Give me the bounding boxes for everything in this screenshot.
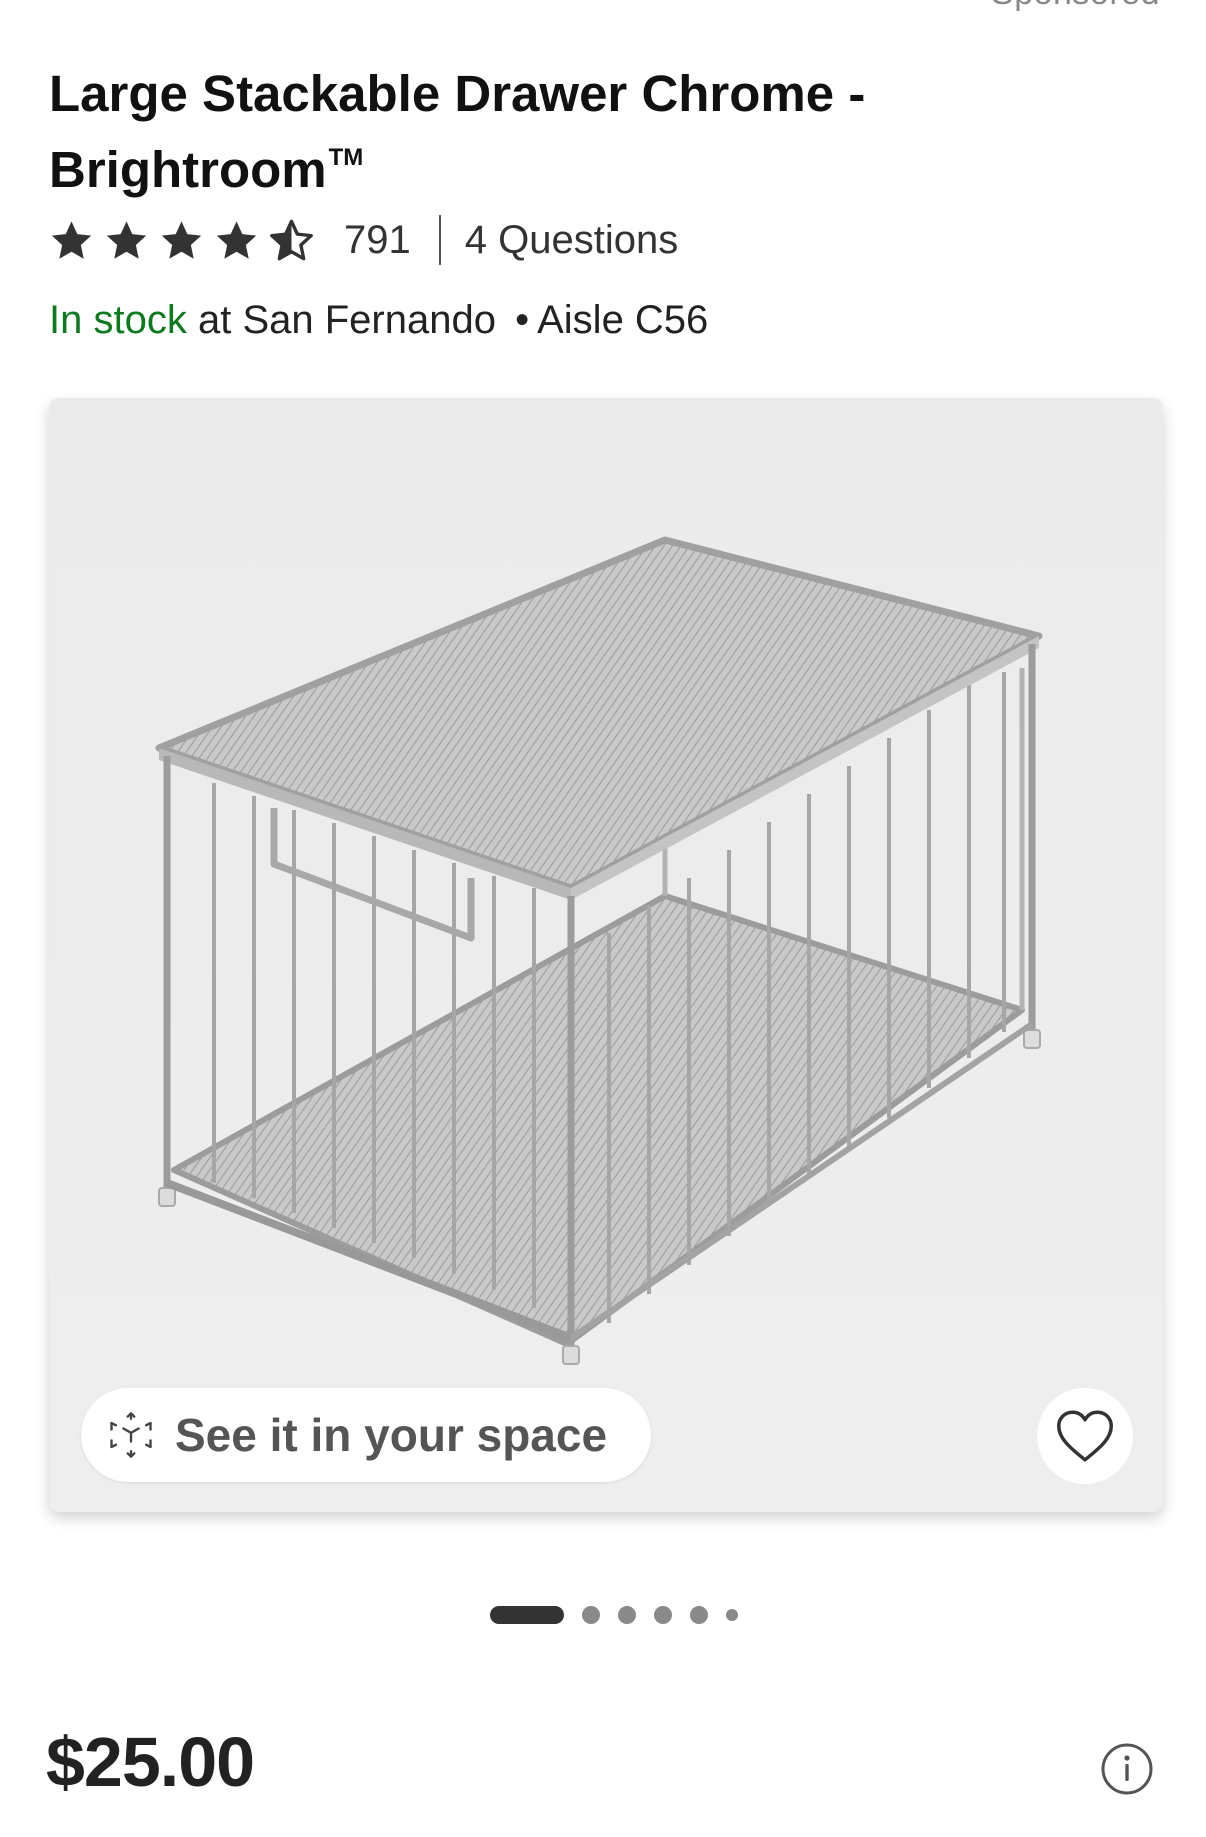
aisle-location: Aisle C56 xyxy=(537,298,709,342)
rating-divider xyxy=(438,215,441,265)
see-in-your-space-button[interactable]: See it in your space xyxy=(81,1388,651,1482)
star-full-icon xyxy=(106,220,147,259)
store-name: at San Fernando xyxy=(197,298,496,342)
star-rating xyxy=(49,218,314,263)
info-icon[interactable] xyxy=(1100,1742,1154,1796)
pagination-dot[interactable] xyxy=(654,1606,672,1624)
trademark-symbol: TM xyxy=(328,144,364,171)
star-full-icon xyxy=(216,220,257,259)
pagination-dot[interactable] xyxy=(582,1606,600,1624)
stock-status: In stock xyxy=(49,298,187,342)
pagination-dot-active[interactable] xyxy=(490,1606,564,1624)
image-pagination[interactable] xyxy=(0,1605,1206,1625)
availability-row[interactable]: In stock at San Fernando • Aisle C56 xyxy=(49,298,708,343)
star-full-icon xyxy=(161,220,202,259)
pagination-dot[interactable] xyxy=(618,1606,636,1624)
pagination-dot[interactable] xyxy=(726,1609,738,1621)
sponsored-label: Sponsored xyxy=(991,0,1160,13)
star-full-icon xyxy=(51,220,92,259)
favorite-button[interactable] xyxy=(1037,1388,1133,1484)
star-half-icon xyxy=(270,219,313,260)
review-count[interactable]: 791 xyxy=(344,218,411,263)
ar-cube-icon xyxy=(110,1412,152,1458)
see-in-your-space-label: See it in your space xyxy=(175,1409,608,1461)
availability-separator: • xyxy=(515,298,530,342)
product-image[interactable] xyxy=(49,398,1163,1512)
product-title: Large Stackable Drawer Chrome - Brightro… xyxy=(49,65,866,198)
product-price: $25.00 xyxy=(46,1723,255,1801)
questions-link[interactable]: 4 Questions xyxy=(465,218,678,263)
heart-outline-icon xyxy=(1057,1410,1113,1462)
rating-row[interactable]: 791 4 Questions xyxy=(49,214,678,266)
product-image-gallery[interactable]: See it in your space xyxy=(49,398,1163,1512)
pagination-dot[interactable] xyxy=(690,1606,708,1624)
